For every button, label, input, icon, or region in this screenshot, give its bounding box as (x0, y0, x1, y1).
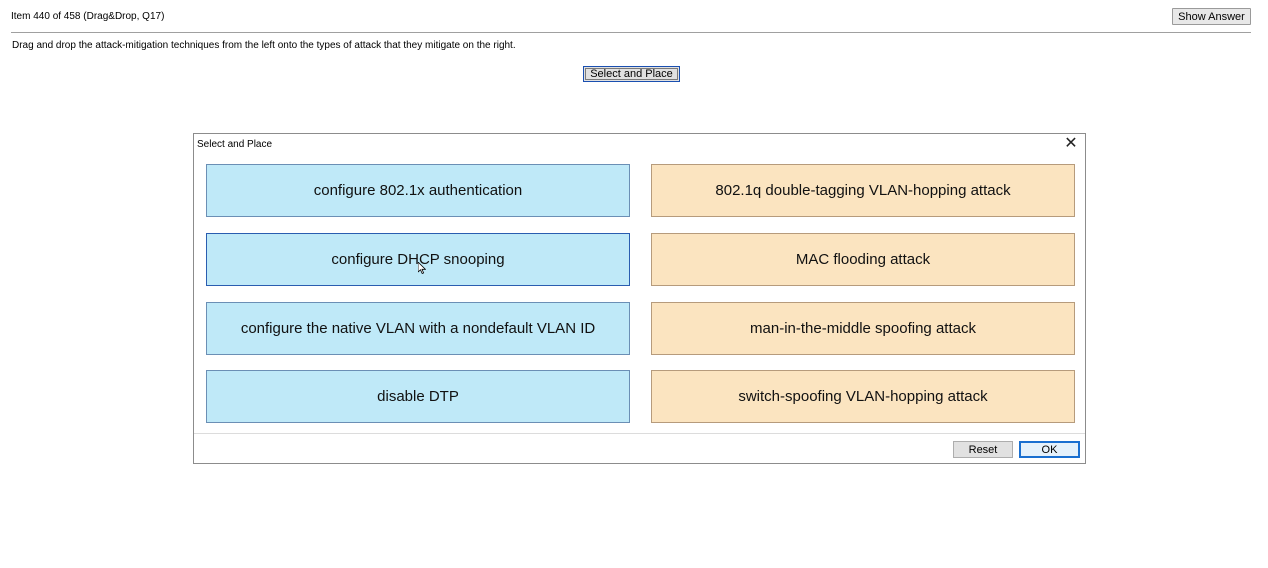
select-and-place-dialog: Select and Place ✕ configure 802.1x auth… (193, 133, 1086, 464)
technique-tile[interactable]: configure the native VLAN with a nondefa… (206, 302, 630, 355)
item-counter: Item 440 of 458 (Drag&Drop, Q17) (11, 11, 165, 22)
attack-tile[interactable]: 802.1q double-tagging VLAN-hopping attac… (651, 164, 1075, 217)
show-answer-button[interactable]: Show Answer (1172, 8, 1251, 25)
close-icon[interactable]: ✕ (1063, 136, 1079, 152)
mouse-cursor-icon (418, 262, 426, 274)
attack-tile[interactable]: MAC flooding attack (651, 233, 1075, 286)
header-divider (11, 32, 1251, 33)
technique-tile[interactable]: configure DHCP snooping (206, 233, 630, 286)
technique-tile[interactable]: disable DTP (206, 370, 630, 423)
attack-tile[interactable]: switch-spoofing VLAN-hopping attack (651, 370, 1075, 423)
app-root: Item 440 of 458 (Drag&Drop, Q17) Show An… (0, 0, 1268, 568)
attack-tile[interactable]: man-in-the-middle spoofing attack (651, 302, 1075, 355)
dialog-title: Select and Place (197, 139, 273, 150)
question-instruction: Drag and drop the attack-mitigation tech… (12, 40, 516, 51)
reset-button[interactable]: Reset (953, 441, 1013, 458)
header-bar: Item 440 of 458 (Drag&Drop, Q17) Show An… (0, 0, 1268, 34)
dialog-footer-divider (194, 433, 1085, 434)
ok-button[interactable]: OK (1019, 441, 1080, 458)
select-and-place-button[interactable]: Select and Place (583, 66, 680, 82)
technique-tile[interactable]: configure 802.1x authentication (206, 164, 630, 217)
